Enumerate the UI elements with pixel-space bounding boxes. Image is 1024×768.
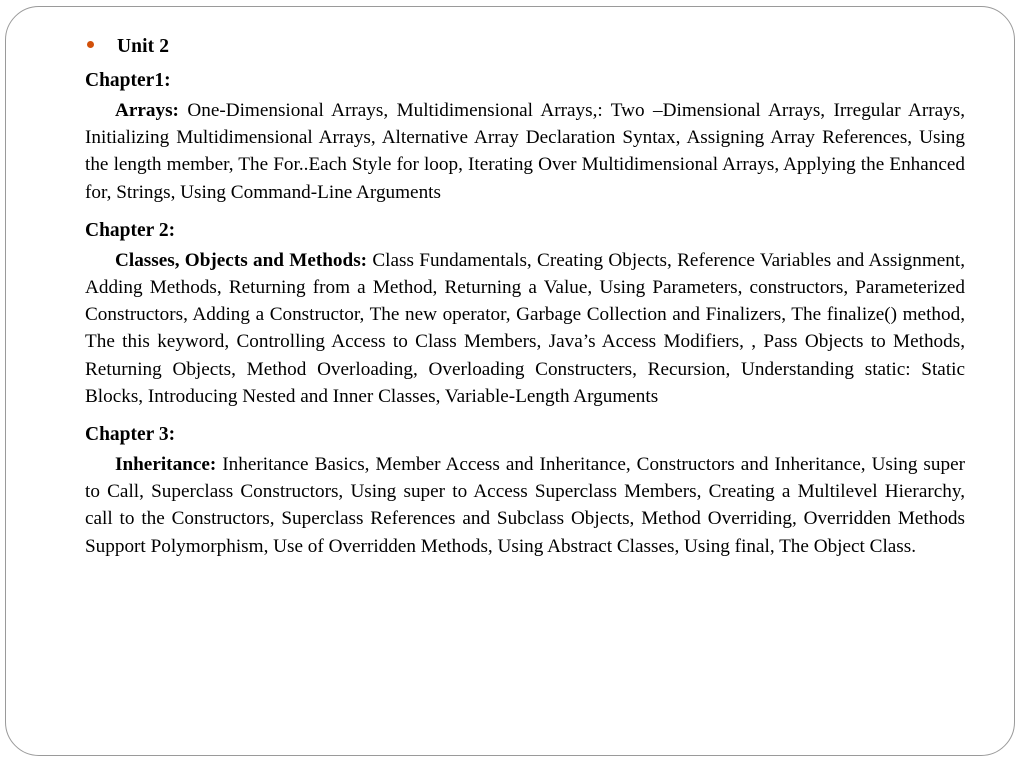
slide-content: Unit 2 Chapter1: Arrays: One-Dimensional… bbox=[85, 34, 965, 570]
chapter-body-2-text: Class Fundamentals, Creating Objects, Re… bbox=[85, 249, 965, 407]
unit-title-text: Unit 2 bbox=[117, 36, 170, 57]
chapter-body-1-text: One-Dimensional Arrays, Multidimensional… bbox=[85, 100, 965, 203]
chapter-body-2-lead: Classes, Objects and Methods: bbox=[115, 249, 368, 271]
chapter-heading-3: Chapter 3: bbox=[85, 424, 176, 446]
chapter-body-1: Arrays: One-Dimensional Arrays, Multidim… bbox=[85, 97, 965, 206]
chapter-body-3-lead: Inheritance: bbox=[115, 454, 217, 476]
chapter-heading-2: Chapter 2: bbox=[85, 219, 176, 241]
chapter-heading-1: Chapter1: bbox=[85, 70, 171, 91]
chapter-body-2: Classes, Objects and Methods: Class Fund… bbox=[85, 247, 965, 410]
unit-title-bullet-item: Unit 2 bbox=[85, 34, 965, 60]
chapter-body-3-text: Inheritance Basics, Member Access and In… bbox=[85, 454, 965, 557]
chapter-body-1-lead: Arrays: bbox=[115, 100, 179, 121]
chapter-body-3: Inheritance: Inheritance Basics, Member … bbox=[85, 451, 965, 560]
bullet-dot-icon bbox=[87, 41, 94, 48]
slide: Unit 2 Chapter1: Arrays: One-Dimensional… bbox=[0, 0, 1024, 768]
